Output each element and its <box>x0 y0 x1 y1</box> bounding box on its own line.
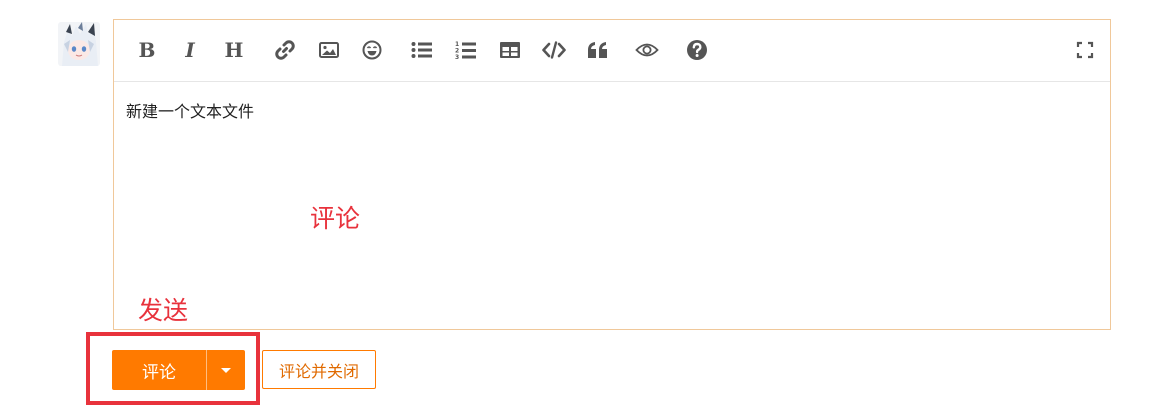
avatar-image <box>58 22 100 66</box>
fullscreen-button[interactable] <box>1072 37 1098 63</box>
heading-button[interactable]: H <box>221 37 247 63</box>
table-button[interactable] <box>497 37 523 63</box>
bold-icon: B <box>138 38 156 62</box>
ordered-list-button[interactable]: 1 2 3 <box>453 37 479 63</box>
emoji-icon <box>362 40 382 60</box>
eye-icon <box>635 43 659 57</box>
image-icon <box>319 42 339 58</box>
avatar[interactable] <box>58 22 100 66</box>
caret-down-icon <box>221 367 231 373</box>
markdown-editor[interactable]: B I H 1 2 3 新建一个文本文件 <box>113 19 1111 330</box>
table-icon <box>500 42 520 58</box>
quote-button[interactable] <box>585 37 611 63</box>
quote-icon <box>588 42 607 58</box>
preview-button[interactable] <box>634 37 660 63</box>
code-button[interactable] <box>541 37 567 63</box>
bold-button[interactable]: B <box>134 37 160 63</box>
unordered-list-icon <box>411 42 432 58</box>
link-icon <box>275 40 295 60</box>
comment-button-group: 评论 <box>112 350 245 390</box>
link-button[interactable] <box>272 37 298 63</box>
annotation-send-label: 发送 <box>138 296 189 325</box>
annotation-comment-label: 评论 <box>310 204 361 233</box>
code-icon <box>542 41 566 59</box>
image-button[interactable] <box>316 37 342 63</box>
emoji-button[interactable] <box>359 37 385 63</box>
comment-button[interactable]: 评论 <box>112 350 206 390</box>
editor-toolbar: B I H 1 2 3 <box>114 20 1110 82</box>
comment-options-dropdown[interactable] <box>206 350 245 390</box>
editor-content[interactable]: 新建一个文本文件 <box>126 98 254 122</box>
fullscreen-icon <box>1076 41 1094 59</box>
help-button[interactable] <box>684 37 710 63</box>
heading-icon: H <box>224 38 244 62</box>
unordered-list-button[interactable] <box>409 37 435 63</box>
italic-button[interactable]: I <box>177 37 203 63</box>
comment-and-close-button[interactable]: 评论并关闭 <box>262 350 376 389</box>
comment-form: B I H 1 2 3 新建一个文本文件 评论 发送 评论 评论并关闭 <box>0 0 1175 415</box>
svg-text:3: 3 <box>455 54 459 60</box>
help-icon <box>687 40 707 60</box>
italic-icon: I <box>185 38 195 62</box>
ordered-list-icon: 1 2 3 <box>455 41 476 60</box>
